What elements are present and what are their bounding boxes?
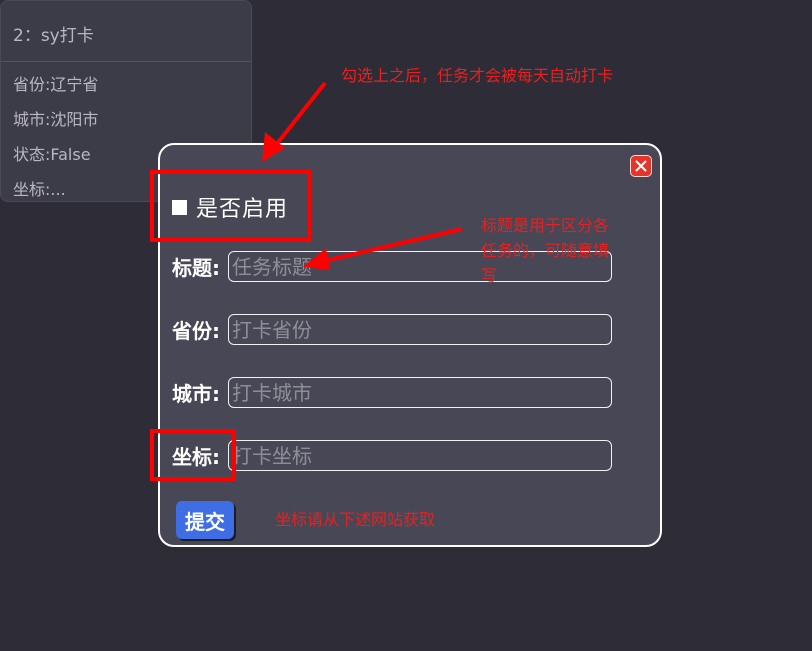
annotation-note-title-2: 任务的，可随意填: [481, 241, 610, 260]
task-card-status: 状态:False: [13, 145, 91, 164]
city-input[interactable]: [228, 377, 612, 408]
coords-field-row: 坐标:: [172, 440, 612, 471]
annotation-box-coords: [150, 429, 236, 481]
annotation-note-title-3: 写: [481, 266, 498, 285]
annotation-arrow-enable: [270, 81, 327, 152]
province-input[interactable]: [228, 314, 612, 345]
annotation-box-enable: [150, 170, 311, 242]
app-stage: 2：sy打卡 省份:辽宁省 城市:沈阳市 状态:False 坐标:... 是否启…: [0, 0, 812, 651]
close-button[interactable]: [630, 155, 652, 177]
annotation-note-title-1: 标题是用于区分各: [481, 216, 610, 235]
task-card-coords: 坐标:...: [13, 180, 66, 199]
title-label: 标题:: [172, 256, 220, 280]
submit-button[interactable]: 提交: [176, 501, 234, 539]
city-field-row: 城市:: [172, 377, 612, 408]
city-label: 城市:: [172, 382, 220, 406]
coords-input[interactable]: [228, 440, 612, 471]
task-card-city: 城市:沈阳市: [13, 110, 99, 129]
province-field-row: 省份:: [172, 314, 612, 345]
annotation-note-enable: 勾选上之后，任务才会被每天自动打卡: [341, 66, 614, 85]
task-card-title: 2：sy打卡: [13, 26, 94, 46]
close-icon: [635, 160, 647, 172]
province-label: 省份:: [172, 319, 220, 343]
annotation-note-coords: 坐标请从下述网站获取: [275, 510, 436, 529]
task-card-province: 省份:辽宁省: [13, 75, 99, 94]
card-divider: [1, 61, 251, 62]
